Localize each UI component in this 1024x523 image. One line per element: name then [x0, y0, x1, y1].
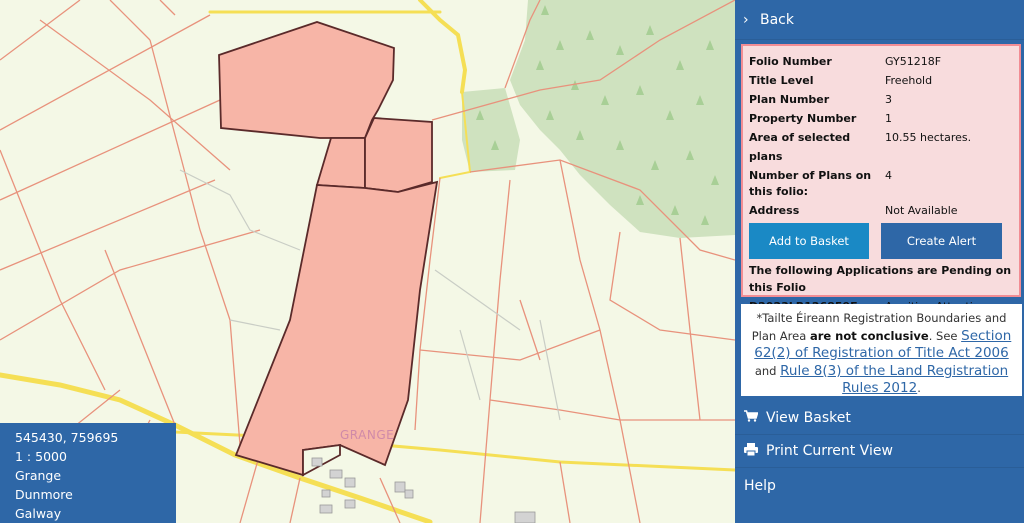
notice-text-2: . See	[928, 328, 962, 343]
back-label: Back	[760, 11, 794, 28]
notice-bold: are not conclusive	[809, 328, 929, 343]
print-view-label: Print Current View	[766, 443, 893, 459]
property-number-value: 1	[885, 112, 892, 125]
chevron-right-icon: ›	[743, 11, 749, 28]
print-view-button[interactable]: Print Current View	[735, 435, 1024, 468]
townland-label: GRANGE	[340, 428, 395, 442]
area-value: 10.55 hectares.	[885, 131, 972, 144]
rule-8-link[interactable]: Rule 8(3) of the Land Registration Rules…	[780, 363, 1008, 397]
view-basket-label: View Basket	[766, 410, 851, 426]
notice-text-3: and	[754, 363, 781, 378]
plans-count-value: 4	[885, 169, 892, 182]
county: Galway	[15, 506, 62, 521]
folio-number-value: GY51218F	[885, 55, 942, 68]
back-button[interactable]: › Back	[735, 0, 1024, 40]
location-info-box: 545430, 759695 1 : 5000 Grange Dunmore G…	[0, 423, 176, 523]
property-number-label: Property Number	[749, 112, 857, 125]
address-label: Address	[749, 204, 800, 217]
folio-number-label: Folio Number	[749, 55, 832, 68]
plans-count-label: Number of Plans on this folio:	[749, 169, 872, 198]
map-scale: 1 : 5000	[15, 449, 67, 464]
help-label: Help	[744, 477, 776, 494]
folio-info-box: Folio Number GY51218F Title Level Freehold…	[741, 44, 1021, 313]
address-value: Not Available	[885, 204, 958, 217]
notice-text-4: .	[917, 381, 921, 395]
plan-number-value: 3	[885, 93, 892, 106]
add-to-basket-button[interactable]: Add to Basket	[749, 223, 869, 259]
help-button[interactable]: Help	[735, 469, 1024, 502]
create-alert-button[interactable]: Create Alert	[881, 223, 1002, 259]
side-panel: › Back Folio Number GY51218F Title Level F…	[735, 0, 1024, 523]
cart-icon	[744, 410, 766, 426]
view-basket-button[interactable]: View Basket	[735, 402, 1024, 435]
townland: Grange	[15, 468, 62, 483]
title-level-value: Freehold	[885, 74, 933, 87]
plan-number-label: Plan Number	[749, 93, 830, 106]
district: Dunmore	[15, 487, 73, 502]
title-level-label: Title Level	[749, 74, 814, 87]
pending-applications-heading: The following Applications are Pending o…	[749, 264, 1012, 294]
disclaimer-notice: *Tailte Éireann Registration Boundaries …	[741, 304, 1022, 396]
printer-icon	[744, 442, 766, 460]
coordinates: 545430, 759695	[15, 430, 119, 445]
area-label: Area of selected plans	[749, 131, 851, 163]
